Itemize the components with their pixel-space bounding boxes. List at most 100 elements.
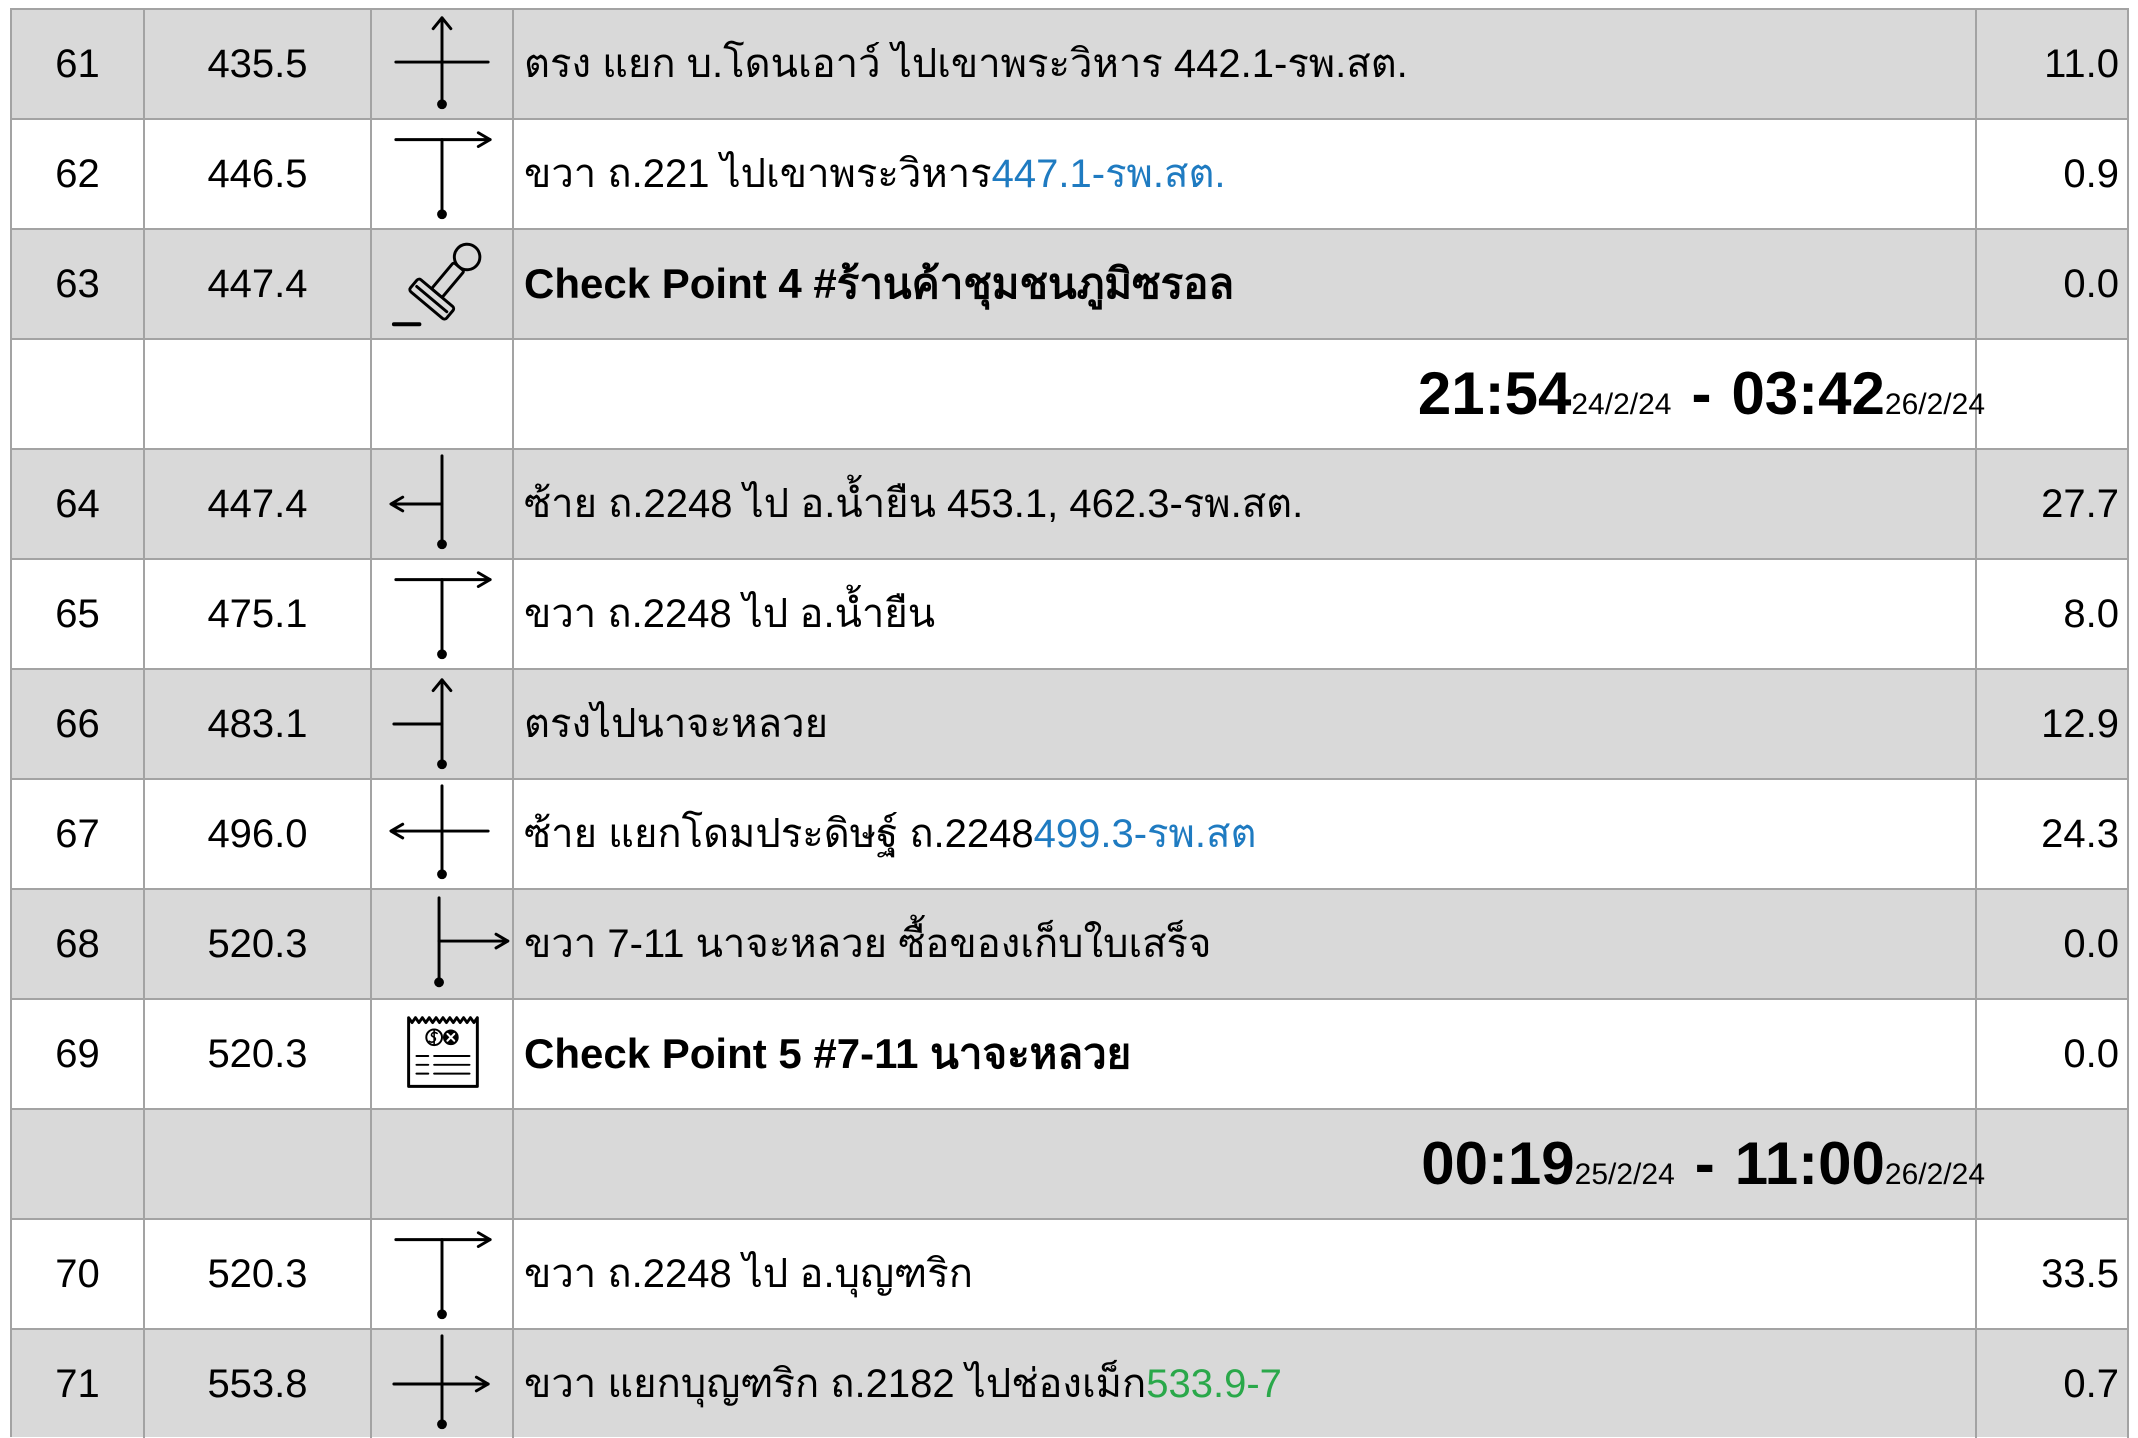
instruction-text: ขวา ถ.221 ไปเขาพระวิหาร [524,152,992,196]
instruction: ขวา ถ.2248 ไป อ.น้ำยืน [514,560,1977,670]
route-row: 66 483.1 ตรงไปนาจะหลวย 12.9 [12,670,2129,780]
direction-icon-cell [372,890,514,1000]
segment-distance: 0.0 [1977,890,2129,1000]
direction-icon-cell [372,450,514,560]
direction-icon-cell [372,10,514,120]
route-row: 71 553.8 ขวา แยกบุญฑริก ถ.2182 ไปช่องเม็… [12,1330,2129,1438]
direction-icon-cell [372,1330,514,1438]
instruction-text: ขวา 7-11 นาจะหลวย ซื้อของเก็บใบเสร็จ [524,922,1212,966]
row-number: 66 [12,670,145,780]
route-row: 62 446.5 ขวา ถ.221 ไปเขาพระวิหาร 447.1-ร… [12,120,2129,230]
instruction: ขวา แยกบุญฑริก ถ.2182 ไปช่องเม็ก 533.9-7 [514,1330,1977,1438]
turn-right-intersection-icon [392,1334,490,1430]
segment-distance: 8.0 [1977,560,2129,670]
turn-right-t-junction-icon [394,571,492,660]
health-station-marker: 447.1-รพ.สต. [991,152,1226,196]
segment-distance: 27.7 [1977,450,2129,560]
instruction-text: ขวา ถ.2248 ไป อ.บุญฑริก [524,1252,973,1296]
open-time: 00:19 [1421,1130,1575,1197]
instruction-text: ขวา แยกบุญฑริก ถ.2182 ไปช่องเม็ก [524,1362,1147,1406]
direction-icon-cell [372,780,514,890]
distance-marker: 533.9-7 [1146,1362,1282,1406]
route-row: 67 496.0 ซ้าย แยกโดมประดิษฐ์ ถ.2248 499.… [12,780,2129,890]
empty-cell [145,340,372,450]
instruction: ตรง แยก บ.โดนเอาว์ ไปเขาพระวิหาร 442.1-ร… [514,10,1977,120]
direction-icon-cell [372,230,514,340]
empty-cell [12,1110,145,1220]
close-time: 03:42 [1731,360,1885,427]
checkpoint-time-window: 21:5424/2/24-03:4226/2/24 [514,340,1985,450]
row-number: 69 [12,1000,145,1110]
turn-right-t-junction-icon [394,1231,492,1320]
health-station-marker: 499.3-รพ.สต [1033,812,1257,856]
stamp-icon [391,242,482,327]
straight-through-intersection-icon [394,16,490,110]
segment-distance: 0.0 [1977,1000,2129,1110]
instruction: ซ้าย ถ.2248 ไป อ.น้ำยืน 453.1, 462.3-รพ.… [514,450,1977,560]
direction-icon-cell [372,1000,514,1110]
segment-distance: 0.0 [1977,230,2129,340]
turn-right-t-junction-icon [394,131,492,220]
cumulative-km: 447.4 [145,230,372,340]
row-number: 63 [12,230,145,340]
instruction: ขวา ถ.2248 ไป อ.บุญฑริก [514,1220,1977,1330]
close-date: 26/2/24 [1884,388,1985,421]
close-date: 26/2/24 [1884,1158,1985,1191]
instruction: ตรงไปนาจะหลวย [514,670,1977,780]
route-row: 61 435.5 ตรง แยก บ.โดนเอาว์ ไปเขาพระวิหา… [12,10,2129,120]
close-time: 11:00 [1734,1130,1885,1197]
segment-distance: 33.5 [1977,1220,2129,1330]
checkpoint-title: Check Point 4 #ร้านค้าชุมชนภูมิซรอล [524,260,1235,307]
cumulative-km: 520.3 [145,1000,372,1110]
turn-left-intersection-icon [389,784,490,880]
instruction-text: ซ้าย ถ.2248 ไป อ.น้ำยืน 453.1, 462.3-รพ.… [524,482,1304,526]
instruction: ซ้าย แยกโดมประดิษฐ์ ถ.2248 499.3-รพ.สต [514,780,1977,890]
empty-cell [12,340,145,450]
instruction-text: ซ้าย แยกโดมประดิษฐ์ ถ.2248 [524,812,1034,856]
segment-distance: 12.9 [1977,670,2129,780]
checkpoint-title: Check Point 5 #7-11 นาจะหลวย [524,1030,1132,1077]
time-separator: - [1694,1130,1715,1197]
row-number: 62 [12,120,145,230]
route-table: 61 435.5 ตรง แยก บ.โดนเอาว์ ไปเขาพระวิหา… [10,8,2129,1438]
route-row: 68 520.3 ขวา 7-11 นาจะหลวย ซื้อของเก็บใบ… [12,890,2129,1000]
row-number: 70 [12,1220,145,1330]
empty-cell [145,1110,372,1220]
row-number: 71 [12,1330,145,1438]
cumulative-km: 553.8 [145,1330,372,1438]
open-date: 25/2/24 [1574,1158,1675,1191]
cumulative-km: 520.3 [145,1220,372,1330]
checkpoint-time-row: 21:5424/2/24-03:4226/2/24 [12,340,2129,450]
instruction-text: ตรงไปนาจะหลวย [524,702,829,746]
turn-left-icon [389,454,447,550]
checkpoint-time-row: 00:1925/2/24-11:0026/2/24 [12,1110,2129,1220]
row-number: 68 [12,890,145,1000]
instruction: Check Point 4 #ร้านค้าชุมชนภูมิซรอล [514,230,1977,340]
cumulative-km: 447.4 [145,450,372,560]
segment-distance: 24.3 [1977,780,2129,890]
cumulative-km: 446.5 [145,120,372,230]
route-row: 64 447.4 ซ้าย ถ.2248 ไป อ.น้ำยืน 453.1, … [12,450,2129,560]
empty-cell [372,1110,514,1220]
time-separator: - [1691,360,1712,427]
direction-icon-cell [372,670,514,780]
direction-icon-cell [372,560,514,670]
receipt-icon [407,1016,479,1088]
empty-cell [1977,1110,2129,1220]
instruction: ขวา ถ.221 ไปเขาพระวิหาร 447.1-รพ.สต. [514,120,1977,230]
checkpoint-row: 63 447.4 Check Point 4 #ร้านค้าชุมชนภูมิ… [12,230,2129,340]
instruction: Check Point 5 #7-11 นาจะหลวย [514,1000,1977,1110]
row-number: 65 [12,560,145,670]
cumulative-km: 496.0 [145,780,372,890]
turn-right-icon [434,896,510,988]
segment-distance: 0.7 [1977,1330,2129,1438]
route-row: 70 520.3 ขวา ถ.2248 ไป อ.บุญฑริก 33.5 [12,1220,2129,1330]
row-number: 67 [12,780,145,890]
checkpoint-row: 69 520.3 Check Point 5 #7-11 นาจะหลวย 0.… [12,1000,2129,1110]
instruction-text: ขวา ถ.2248 ไป อ.น้ำยืน [524,592,936,636]
empty-cell [372,340,514,450]
instruction-text: ตรง แยก บ.โดนเอาว์ ไปเขาพระวิหาร 442.1-ร… [524,42,1408,86]
cumulative-km: 475.1 [145,560,372,670]
direction-icon-cell [372,1220,514,1330]
straight-ahead-icon [392,678,453,770]
